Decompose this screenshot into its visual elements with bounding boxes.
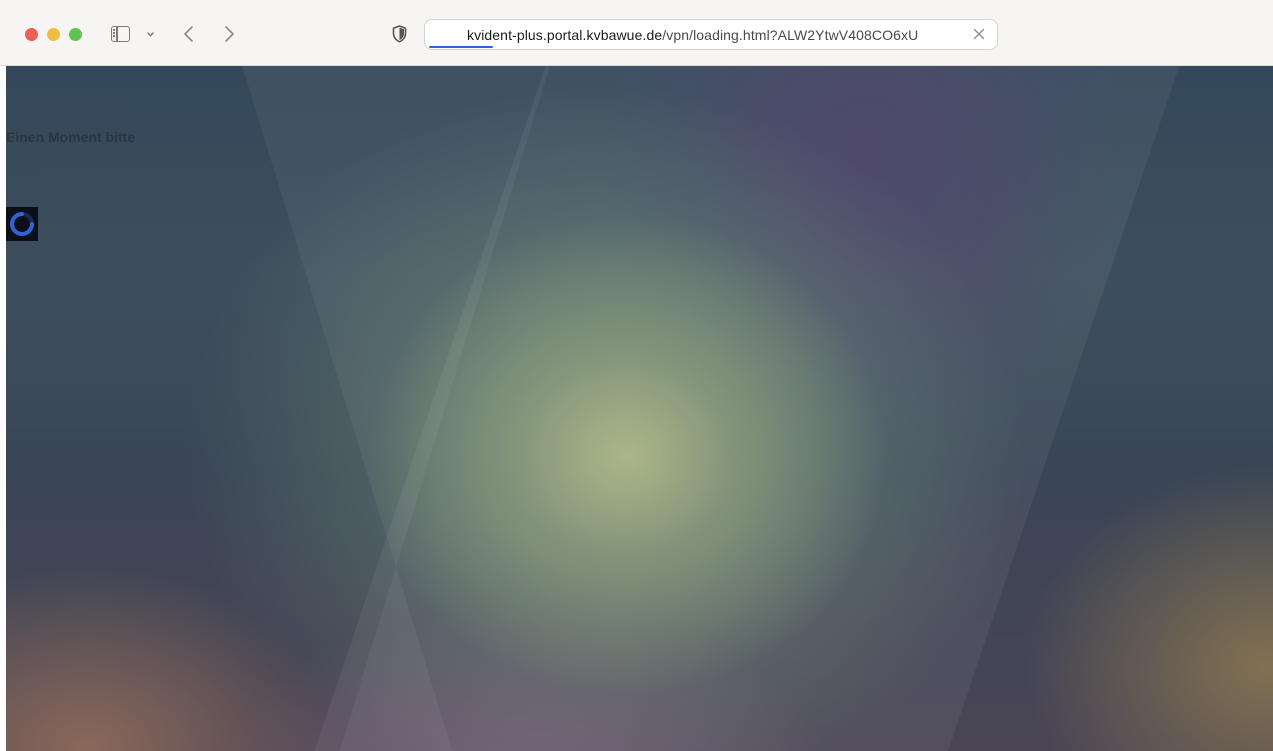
chevron-down-icon[interactable] xyxy=(147,31,154,38)
browser-toolbar: kvident-plus.portal.kvbawue.de/vpn/loadi… xyxy=(0,0,1273,66)
maximize-window-button[interactable] xyxy=(69,28,82,41)
url-host: kvident-plus.portal.kvbawue.de xyxy=(467,27,663,43)
forward-arrow-icon[interactable] xyxy=(222,23,236,45)
browser-window: kvident-plus.portal.kvbawue.de/vpn/loadi… xyxy=(0,0,1273,751)
address-bar[interactable]: kvident-plus.portal.kvbawue.de/vpn/loadi… xyxy=(424,19,998,50)
page-title: Einen Moment bitte xyxy=(6,129,136,145)
shield-icon[interactable] xyxy=(392,25,407,43)
url-text[interactable]: kvident-plus.portal.kvbawue.de/vpn/loadi… xyxy=(467,27,918,43)
sidebar-icon[interactable] xyxy=(111,26,130,42)
loading-spinner-icon xyxy=(6,207,38,241)
close-window-button[interactable] xyxy=(25,28,38,41)
minimize-window-button[interactable] xyxy=(47,28,60,41)
loading-status-text: Laden... xyxy=(6,164,50,178)
url-path: /vpn/loading.html?ALW2YtwV408CO6xU xyxy=(662,27,919,43)
back-arrow-icon[interactable] xyxy=(182,23,196,45)
page-content: Einen Moment bitte Laden... xyxy=(6,66,1273,751)
clear-icon[interactable] xyxy=(973,28,985,40)
page-load-progress xyxy=(429,46,493,48)
